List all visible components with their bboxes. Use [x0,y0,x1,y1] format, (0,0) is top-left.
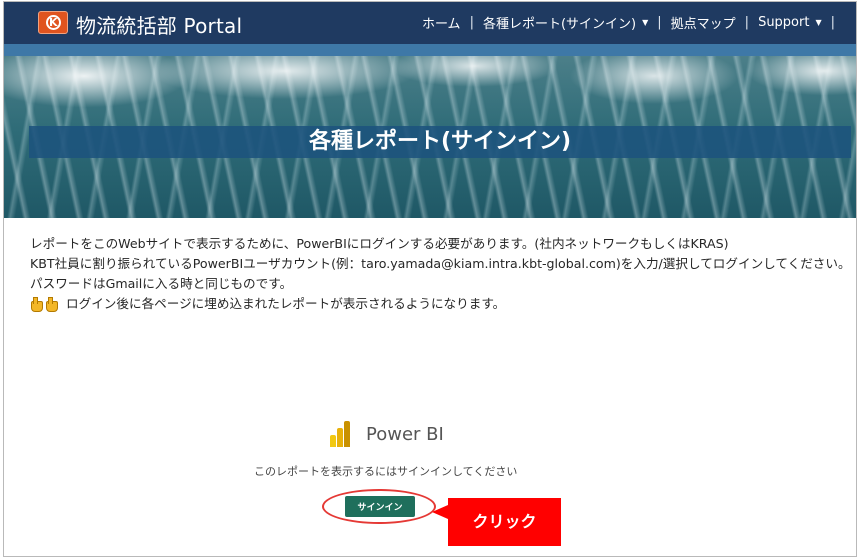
page-title: 各種レポート(サインイン) [308,129,572,154]
browser-page: K 物流統括部 Portal ホーム | 各種レポート(サインイン) ▼ | 拠点… [3,1,857,557]
nav-separator: | [830,15,835,30]
powerbi-logo-icon [328,421,352,447]
caret-down-icon: ▼ [642,18,649,27]
click-callout: クリック [448,498,561,546]
powerbi-title: Power BI [366,424,444,445]
nav-separator: | [469,15,474,30]
callout-arrow [432,505,448,519]
signin-message: このレポートを表示するにはサインインしてください [254,465,518,478]
company-logo-icon[interactable]: K [38,11,68,34]
highlight-ring [322,489,436,524]
portal-title[interactable]: 物流統括部 Portal [76,10,242,39]
logo-mark-icon: K [49,16,58,29]
pointing-hands-icon [30,294,60,314]
nav-separator: | [744,15,750,30]
nav-site-map[interactable]: 拠点マップ [671,13,736,32]
hero-banner-image: 各種レポート(サインイン) [4,56,856,218]
nav-reports-signin[interactable]: 各種レポート(サインイン) ▼ [483,13,648,32]
instruction-line: KBT社員に割り振られているPowerBIユーザカウント(例：taro.yama… [30,256,851,271]
instruction-line: パスワードはGmailに入る時と同じものです。 [30,276,293,291]
instruction-line-with-icon: ログイン後に各ページに埋め込まれたレポートが表示されるようになります。 [30,294,852,314]
nav-home-label: ホーム [421,17,461,32]
nav-site-map-label: 拠点マップ [670,17,736,32]
instruction-line: レポートをこのWebサイトで表示するために、PowerBIにログインする必要があ… [30,236,729,251]
instructions: レポートをこのWebサイトで表示するために、PowerBIにログインする必要があ… [30,234,852,314]
instruction-text: ログイン後に各ページに埋め込まれたレポートが表示されるようになります。 [66,296,506,311]
caret-down-icon: ▼ [815,18,822,27]
header-accent-strip [4,44,856,56]
nav-separator: | [657,15,662,30]
main-nav: ホーム | 各種レポート(サインイン) ▼ | 拠点マップ | Support ▼ … [422,13,844,32]
nav-reports-label: 各種レポート(サインイン) [482,17,637,32]
nav-home[interactable]: ホーム [422,13,461,32]
nav-support-label: Support [758,15,810,30]
site-header: K 物流統括部 Portal ホーム | 各種レポート(サインイン) ▼ | 拠点… [4,2,856,44]
nav-support[interactable]: Support ▼ [758,15,822,30]
